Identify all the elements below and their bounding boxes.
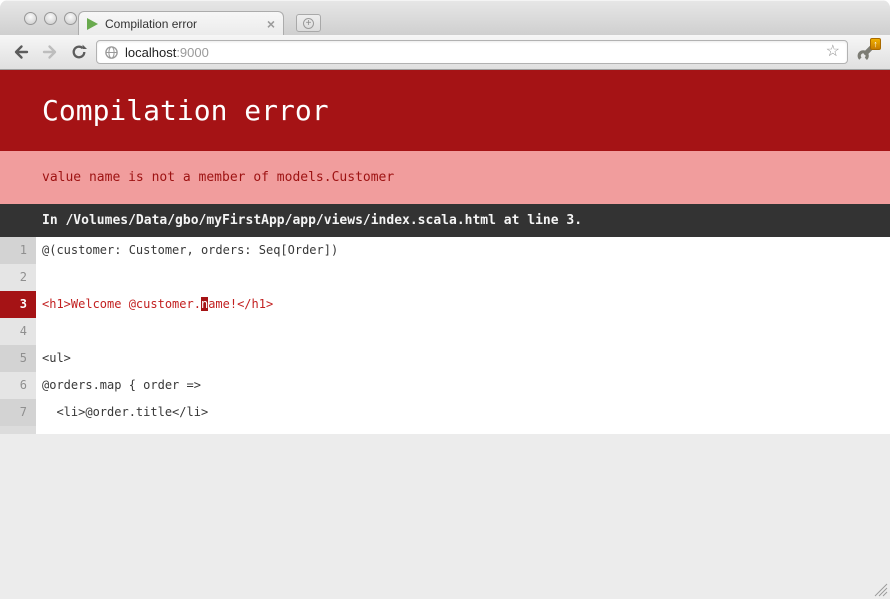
back-button[interactable] [9,40,33,64]
update-badge: ↑ [870,38,881,50]
tab-title: Compilation error [105,17,261,31]
address-bar[interactable]: localhost:9000 ☆ [96,40,848,64]
code-line-7: 7 <li>@order.title</li> [0,399,890,426]
url-text[interactable]: localhost:9000 [125,45,826,60]
error-location: In /Volumes/Data/gbo/myFirstApp/app/view… [42,213,582,228]
code-text: <h1>Welcome @customer.name!</h1> [36,291,273,318]
line-number: 6 [0,372,36,399]
code-line-3: 3<h1>Welcome @customer.name!</h1> [0,291,890,318]
code-text-post: ame!</h1> [208,297,273,311]
forward-arrow-icon [41,43,59,61]
code-text [36,318,42,345]
code-line-2: 2 [0,264,890,291]
code-line-1: 1@(customer: Customer, orders: Seq[Order… [0,237,890,264]
reload-icon [70,43,88,61]
settings-wrench-button[interactable]: ↑ [853,39,881,65]
error-message-bar: value name is not a member of models.Cus… [0,151,890,204]
window-zoom-button[interactable] [64,12,77,25]
window-minimize-button[interactable] [44,12,57,25]
browser-window: Compilation error × + [0,0,890,599]
line-number: 4 [0,318,36,345]
window-close-button[interactable] [24,12,37,25]
error-title: Compilation error [42,94,329,127]
globe-icon [104,45,119,60]
line-number: 1 [0,237,36,264]
error-location-bar: In /Volumes/Data/gbo/myFirstApp/app/view… [0,204,890,237]
navigation-toolbar: localhost:9000 ☆ ↑ [0,35,890,70]
forward-button[interactable] [38,40,62,64]
tab-close-icon[interactable]: × [267,17,275,31]
code-text [36,264,42,291]
plus-icon: + [303,18,314,29]
code-line-5: 5<ul> [0,345,890,372]
code-line-6: 6@orders.map { order => [0,372,890,399]
source-listing-footer [0,426,890,434]
code-text: <li>@order.title</li> [36,399,208,426]
tab-compilation-error[interactable]: Compilation error × [78,11,284,35]
code-text: @(customer: Customer, orders: Seq[Order]… [36,237,338,264]
code-text: <ul> [36,345,71,372]
line-number: 3 [0,291,36,318]
line-number: 2 [0,264,36,291]
gutter-stub [0,426,36,434]
back-arrow-icon [12,43,30,61]
tab-strip: Compilation error × + [0,0,890,35]
page-background [0,434,890,599]
line-number: 7 [0,399,36,426]
resize-grip-icon[interactable] [873,582,888,597]
new-tab-button[interactable]: + [296,14,321,32]
play-framework-icon [87,18,98,30]
bookmark-star-icon[interactable]: ☆ [826,44,840,60]
reload-button[interactable] [67,40,91,64]
error-message: value name is not a member of models.Cus… [42,170,394,185]
code-text-pre: <h1>Welcome @customer. [42,297,201,311]
url-port: :9000 [176,45,209,60]
line-number: 5 [0,345,36,372]
code-line-4: 4 [0,318,890,345]
error-header: Compilation error [0,70,890,151]
code-text: @orders.map { order => [36,372,201,399]
url-host: localhost [125,45,176,60]
source-code-listing: 1@(customer: Customer, orders: Seq[Order… [0,237,890,426]
